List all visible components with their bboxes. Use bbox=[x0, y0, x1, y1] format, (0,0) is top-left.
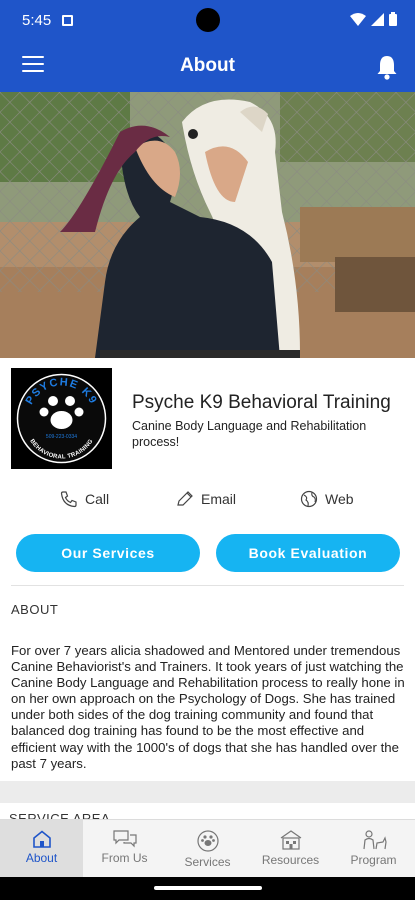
app-screen: 5:45 About PSYCHE K9 BEHAVIORAL TRAINING… bbox=[0, 0, 415, 900]
wifi-icon bbox=[350, 12, 366, 26]
tab-from-us-label: From Us bbox=[101, 851, 148, 865]
email-label: Email bbox=[201, 491, 237, 507]
call-action[interactable]: Call bbox=[60, 490, 109, 508]
web-action[interactable]: Web bbox=[300, 490, 354, 508]
contact-actions: Call Email Web bbox=[0, 490, 415, 514]
trainer-icon bbox=[362, 830, 387, 850]
home-gesture-handle[interactable] bbox=[154, 886, 262, 890]
our-services-button[interactable]: Our Services bbox=[16, 534, 200, 572]
business-header: PSYCHE K9 BEHAVIORAL TRAINING 509-223-03… bbox=[11, 368, 411, 472]
status-time: 5:45 bbox=[22, 12, 52, 29]
business-description: Canine Body Language and Rehabilitation … bbox=[132, 419, 367, 449]
book-evaluation-button[interactable]: Book Evaluation bbox=[216, 534, 400, 572]
tab-about-label: About bbox=[25, 851, 58, 865]
chat-icon bbox=[112, 830, 137, 848]
building-icon bbox=[280, 830, 301, 850]
signal-icon bbox=[371, 12, 384, 26]
system-nav-bar bbox=[0, 877, 415, 900]
web-label: Web bbox=[325, 491, 354, 507]
bell-icon[interactable] bbox=[375, 54, 399, 80]
pencil-icon bbox=[177, 491, 193, 506]
bottom-tab-bar: About From Us Services Resources Program bbox=[0, 819, 415, 878]
business-name: Psyche K9 Behavioral Training bbox=[132, 392, 391, 413]
phone-icon bbox=[60, 491, 77, 508]
home-icon bbox=[32, 830, 51, 848]
divider bbox=[11, 585, 404, 586]
globe-icon bbox=[300, 490, 318, 508]
tab-from-us[interactable]: From Us bbox=[83, 820, 166, 878]
about-heading: ABOUT bbox=[11, 602, 59, 617]
battery-icon bbox=[389, 12, 397, 26]
business-logo: PSYCHE K9 BEHAVIORAL TRAINING 509-223-03… bbox=[11, 368, 112, 469]
hero-photo bbox=[0, 92, 415, 358]
tab-services[interactable]: Services bbox=[166, 820, 249, 878]
call-label: Call bbox=[85, 491, 110, 507]
system-icons bbox=[350, 12, 397, 26]
tab-resources[interactable]: Resources bbox=[249, 820, 332, 878]
about-body: For over 7 years alicia shadowed and Men… bbox=[11, 643, 405, 771]
tab-program-label: Program bbox=[350, 853, 397, 867]
tab-about[interactable]: About bbox=[0, 820, 83, 878]
paw-badge-icon bbox=[196, 830, 219, 852]
camera-cutout bbox=[196, 8, 220, 32]
tab-program[interactable]: Program bbox=[332, 820, 415, 878]
tab-services-label: Services bbox=[184, 855, 231, 869]
tab-resources-label: Resources bbox=[261, 853, 320, 867]
page-title: About bbox=[180, 55, 235, 76]
logo-phone: 509-223-0334 bbox=[46, 434, 77, 440]
app-bar: About bbox=[0, 40, 415, 92]
status-bar: 5:45 bbox=[0, 0, 415, 40]
section-separator bbox=[0, 781, 415, 803]
notification-icon bbox=[62, 15, 73, 26]
email-action[interactable]: Email bbox=[176, 490, 236, 508]
